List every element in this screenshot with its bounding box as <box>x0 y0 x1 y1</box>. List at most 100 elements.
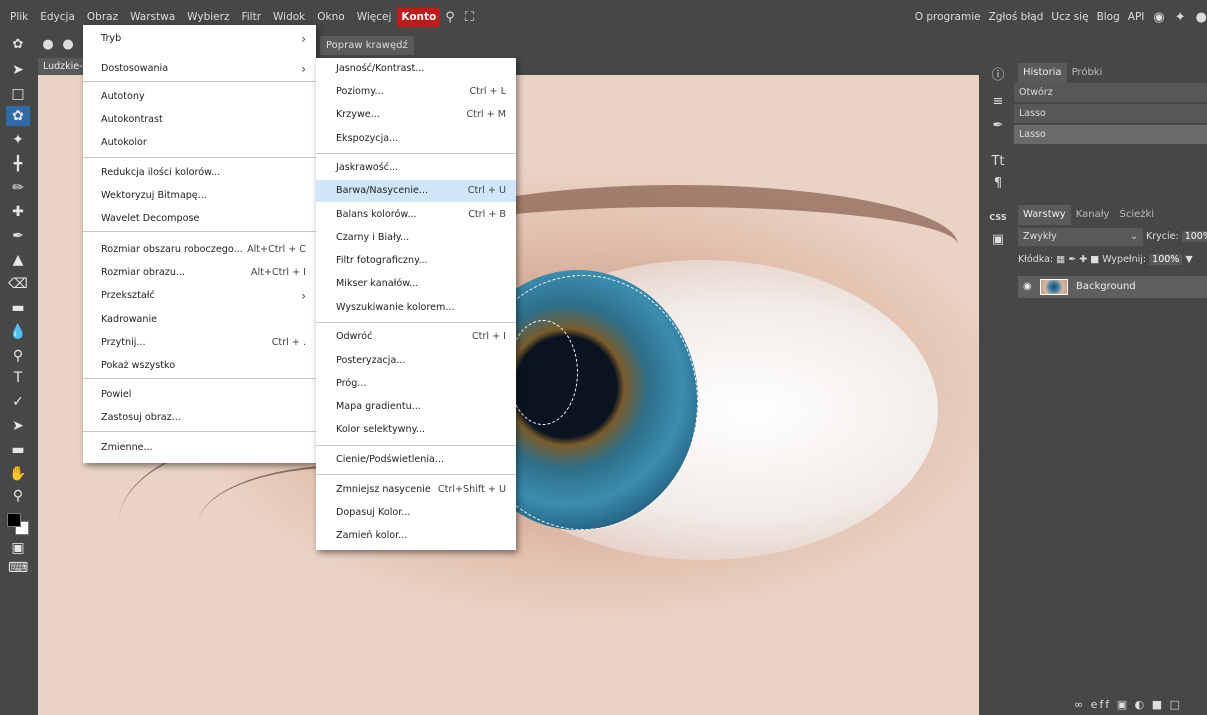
folder-icon[interactable]: ■ <box>1152 698 1164 711</box>
move-tool-icon[interactable]: ➤ <box>8 60 28 80</box>
image-menu-item-kadrowanie[interactable]: Kadrowanie <box>83 309 316 331</box>
history-entry[interactable]: Otwórz <box>1014 83 1207 103</box>
menu-plik[interactable]: Plik <box>4 7 34 27</box>
link-ucz-sie[interactable]: Ucz się <box>1047 11 1092 23</box>
adjust-menu-item-kolor-selektywny[interactable]: Kolor selektywny... <box>316 419 516 441</box>
adjust-menu-item-dopasuj-kolor[interactable]: Dopasuj Kolor... <box>316 502 516 524</box>
properties-icon[interactable]: ≡ <box>988 92 1008 112</box>
image-menu-item-powiel[interactable]: Powiel <box>83 384 316 406</box>
lock-position-icon[interactable]: ✚ <box>1079 254 1087 265</box>
tab-sciezki[interactable]: Ścieżki <box>1114 205 1159 225</box>
layer-row[interactable]: ◉ Background <box>1018 276 1207 298</box>
gradient-tool-icon[interactable]: ▬ <box>8 298 28 318</box>
image-menu-item-zmienne[interactable]: Zmienne... <box>83 437 316 459</box>
lock-pixels-icon[interactable]: ✒ <box>1068 254 1076 265</box>
healing-tool-icon[interactable]: ✚ <box>8 202 28 222</box>
info-icon[interactable]: ⓘ <box>988 66 1008 86</box>
adjust-menu-item-balans-kolorow[interactable]: Balans kolorów... Ctrl + B <box>316 204 516 226</box>
adjust-menu-item-zmniejsz-nasycenie[interactable]: Zmniejsz nasycenie Ctrl+Shift + U <box>316 479 516 501</box>
effects-button[interactable]: eff <box>1091 698 1112 711</box>
history-entry[interactable]: Lasso <box>1014 125 1207 145</box>
history-entry[interactable]: Lasso <box>1014 104 1207 124</box>
link-api[interactable]: API <box>1124 11 1149 23</box>
lasso-tool-icon[interactable]: ✿ <box>6 106 30 126</box>
shape-tool-icon[interactable]: ▬ <box>8 440 28 460</box>
tab-kanaly[interactable]: Kanały <box>1071 205 1115 225</box>
link-icon[interactable]: ∞ <box>1074 698 1085 711</box>
adjust-menu-item-jasnosc-kontrast[interactable]: Jasność/Kontrast... <box>316 58 516 80</box>
lasso-icon[interactable]: ✿ <box>10 37 26 53</box>
selection-new-icon[interactable]: ● <box>40 37 56 53</box>
image-menu-item-przeksztalc[interactable]: Przekształć › <box>83 285 316 307</box>
eraser-tool-icon[interactable]: ⌫ <box>8 274 28 294</box>
image-menu-item-redukcja-ilosci-kolorow[interactable]: Redukcja ilości kolorów... <box>83 162 316 184</box>
adjust-menu-item-odwroc[interactable]: Odwróć Ctrl + I <box>316 326 516 348</box>
facebook-icon[interactable]: ● <box>1191 10 1207 25</box>
adjust-menu-item-czarny-i-bialy[interactable]: Czarny i Biały... <box>316 227 516 249</box>
adjust-menu-item-barwa-nasycenie[interactable]: Barwa/Nasycenie... Ctrl + U <box>316 180 516 202</box>
menu-wiecej[interactable]: Więcej <box>351 7 398 27</box>
image-menu-item-przytnij[interactable]: Przytnij... Ctrl + . <box>83 332 316 354</box>
image-menu-item-autotony[interactable]: Autotony <box>83 86 316 108</box>
adjustment-icon[interactable]: ◐ <box>1135 698 1147 711</box>
visibility-eye-icon[interactable]: ◉ <box>1023 276 1032 298</box>
image-menu-item-autokolor[interactable]: Autokolor <box>83 132 316 154</box>
adjust-menu-item-mapa-gradientu[interactable]: Mapa gradientu... <box>316 396 516 418</box>
stamp-tool-icon[interactable]: ▲ <box>8 250 28 270</box>
link-blog[interactable]: Blog <box>1093 11 1124 23</box>
adjust-menu-item-krzywe[interactable]: Krzywe... Ctrl + M <box>316 104 516 126</box>
fullscreen-icon[interactable]: ⛶ <box>460 10 479 25</box>
adjust-menu-item-posteryzacja[interactable]: Posteryzacja... <box>316 350 516 372</box>
fill-value[interactable]: 100% <box>1149 254 1183 265</box>
mask-icon[interactable]: ▣ <box>1117 698 1129 711</box>
link-o-programie[interactable]: O programie <box>911 11 985 23</box>
crop-tool-icon[interactable]: ╋ <box>8 154 28 174</box>
menu-edycja[interactable]: Edycja <box>34 7 81 27</box>
adjust-menu-item-ekspozycja[interactable]: Ekspozycja... <box>316 128 516 150</box>
image-menu-item-dostosowania[interactable]: Dostosowania › <box>83 58 316 80</box>
blur-tool-icon[interactable]: 💧 <box>8 322 28 342</box>
magic-wand-tool-icon[interactable]: ✦ <box>8 130 28 150</box>
menu-warstwa[interactable]: Warstwa <box>124 7 181 27</box>
tab-warstwy[interactable]: Warstwy <box>1018 205 1071 225</box>
image-menu-item-rozmiar-obszaru-roboczego[interactable]: Rozmiar obszaru roboczego... Alt+Ctrl + C <box>83 239 316 261</box>
image-icon[interactable]: ▣ <box>988 230 1008 250</box>
refine-edge-button[interactable]: Popraw krawędź <box>320 36 414 55</box>
twitter-icon[interactable]: ✦ <box>1170 10 1191 25</box>
foreground-color-swatch[interactable] <box>7 513 21 527</box>
adjust-menu-item-wyszukiwanie-kolorem[interactable]: Wyszukiwanie kolorem... <box>316 297 516 319</box>
selection-add-icon[interactable]: ● <box>60 37 76 53</box>
image-menu-item-wavelet-decompose[interactable]: Wavelet Decompose <box>83 208 316 230</box>
menu-okno[interactable]: Okno <box>311 7 350 27</box>
image-menu-item-autokontrast[interactable]: Autokontrast <box>83 109 316 131</box>
path-select-tool-icon[interactable]: ➤ <box>8 416 28 436</box>
link-zglos-blad[interactable]: Zgłoś błąd <box>985 11 1048 23</box>
css-icon[interactable]: CSS <box>988 208 1008 228</box>
blend-mode-select[interactable]: Zwykły ⌄ <box>1018 228 1143 246</box>
adjust-menu-item-zamien-kolor[interactable]: Zamień kolor... <box>316 525 516 547</box>
text-tool-icon[interactable]: T <box>8 368 28 388</box>
adjust-menu-item-prog[interactable]: Próg... <box>316 373 516 395</box>
lock-transparency-icon[interactable]: ▦ <box>1056 254 1065 265</box>
adjust-menu-item-jaskrawosc[interactable]: Jaskrawość... <box>316 157 516 179</box>
menu-konto[interactable]: Konto <box>397 7 441 27</box>
tab-historia[interactable]: Historia <box>1018 63 1067 83</box>
adjust-menu-item-mikser-kanalow[interactable]: Mikser kanałów... <box>316 273 516 295</box>
menu-wybierz[interactable]: Wybierz <box>181 7 235 27</box>
image-menu-item-zastosuj-obraz[interactable]: Zastosuj obraz... <box>83 407 316 429</box>
opacity-value[interactable]: 100% <box>1181 231 1207 242</box>
pen-tool-icon[interactable]: ✓ <box>8 392 28 412</box>
character-icon[interactable]: Tt <box>988 152 1008 172</box>
new-layer-icon[interactable]: □ <box>1170 698 1182 711</box>
adjust-menu-item-cienie-podswietlenia[interactable]: Cienie/Podświetlenia... <box>316 449 516 471</box>
zoom-tool-icon[interactable]: ⚲ <box>8 486 28 506</box>
menu-filtr[interactable]: Filtr <box>235 7 267 27</box>
paragraph-icon[interactable]: ¶ <box>988 174 1008 194</box>
image-menu-item-rozmiar-obrazu[interactable]: Rozmiar obrazu... Alt+Ctrl + I <box>83 262 316 284</box>
dodge-tool-icon[interactable]: ⚲ <box>8 346 28 366</box>
adjust-menu-item-poziomy[interactable]: Poziomy... Ctrl + L <box>316 81 516 103</box>
tab-probki[interactable]: Próbki <box>1067 63 1108 83</box>
search-icon[interactable]: ⚲ <box>440 10 460 25</box>
image-menu-item-pokaz-wszystko[interactable]: Pokaż wszystko <box>83 355 316 377</box>
hand-tool-icon[interactable]: ✋ <box>8 464 28 484</box>
